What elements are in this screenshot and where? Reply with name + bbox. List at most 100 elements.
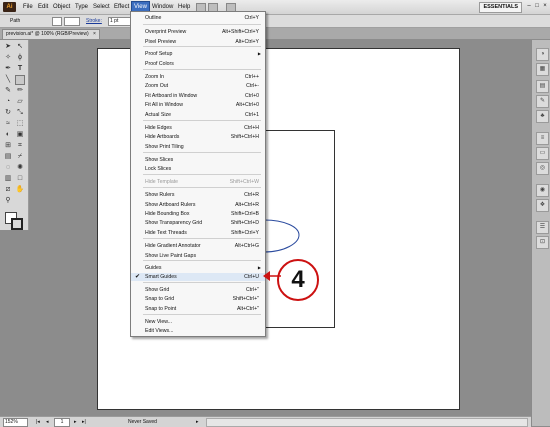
menu-select[interactable]: Select bbox=[91, 2, 112, 12]
view-menu-item-snap-to-point[interactable]: Snap to Point Alt+Ctrl+" bbox=[131, 305, 265, 313]
color-guide-icon[interactable]: ▦ bbox=[536, 63, 549, 76]
live-paint-tool-icon[interactable]: ▣ bbox=[15, 130, 25, 140]
color-panel-icon[interactable]: ◑ bbox=[536, 48, 549, 61]
view-menu-item-hide-gradient-annotator[interactable]: Hide Gradient Annotator Alt+Ctrl+G bbox=[131, 242, 265, 250]
zoom-tool-icon[interactable]: ⚲ bbox=[3, 196, 13, 206]
view-menu-item-proof-colors[interactable]: Proof Colors bbox=[131, 60, 265, 68]
view-menu-item-edit-views[interactable]: Edit Views... bbox=[131, 327, 265, 335]
view-menu-item-show-print-tiling[interactable]: Show Print Tiling bbox=[131, 143, 265, 151]
view-menu-item-new-view[interactable]: New View... bbox=[131, 318, 265, 326]
fill-swatch[interactable] bbox=[52, 17, 62, 26]
hand-tool-icon[interactable]: ✋ bbox=[15, 185, 25, 195]
view-menu-item-show-slices[interactable]: Show Slices bbox=[131, 156, 265, 164]
first-artboard-icon[interactable]: |◂ bbox=[36, 418, 40, 426]
view-menu-item-pixel-preview[interactable]: Pixel Preview Alt+Ctrl+Y bbox=[131, 38, 265, 46]
menu-edit[interactable]: Edit bbox=[36, 2, 50, 12]
menu-item-label: Hide Text Threads bbox=[145, 230, 187, 236]
view-menu-item-hide-edges[interactable]: Hide Edges Ctrl+H bbox=[131, 124, 265, 132]
paintbrush-tool-icon[interactable]: ✎ bbox=[3, 86, 13, 96]
blob-brush-tool-icon[interactable]: ◔ bbox=[3, 97, 13, 107]
close-window-icon[interactable]: × bbox=[542, 2, 548, 10]
eyedropper-tool-icon[interactable]: ⌿ bbox=[15, 152, 25, 162]
view-menu-item-outline[interactable]: Outline Ctrl+Y bbox=[131, 14, 265, 22]
view-menu-item-hide-bounding-box[interactable]: Hide Bounding Box Shift+Ctrl+B bbox=[131, 210, 265, 218]
magic-wand-tool-icon[interactable]: ✧ bbox=[3, 53, 13, 63]
lasso-tool-icon[interactable]: ϕ bbox=[15, 53, 25, 63]
type-tool-icon[interactable]: T bbox=[15, 64, 25, 74]
menu-item-label: Pixel Preview bbox=[145, 39, 177, 45]
stroke-label[interactable]: Stroke: bbox=[86, 17, 102, 25]
mesh-tool-icon[interactable]: ⌗ bbox=[15, 141, 25, 151]
view-menu-item-fit-artboard-in-window[interactable]: Fit Artboard in Window Ctrl+0 bbox=[131, 92, 265, 100]
pen-tool-icon[interactable]: ✒ bbox=[3, 64, 13, 74]
view-menu-item-show-transparency-grid[interactable]: Show Transparency Grid Shift+Ctrl+D bbox=[131, 219, 265, 227]
view-menu-item-show-rulers[interactable]: Show Rulers Ctrl+R bbox=[131, 191, 265, 199]
artboards-panel-icon[interactable]: ⊡ bbox=[536, 236, 549, 249]
stroke-weight-field[interactable]: 1 pt bbox=[108, 17, 131, 26]
status-menu-icon[interactable]: ▸ bbox=[196, 418, 199, 426]
close-tab-icon[interactable]: × bbox=[93, 31, 96, 37]
view-menu-item-smart-guides[interactable]: ✔ Smart Guides Ctrl+U bbox=[131, 273, 265, 281]
stroke-panel-icon[interactable]: ≡ bbox=[536, 132, 549, 145]
menu-separator bbox=[143, 120, 261, 121]
view-menu-item-hide-text-threads[interactable]: Hide Text Threads Shift+Ctrl+Y bbox=[131, 229, 265, 237]
next-artboard-icon[interactable]: ▸ bbox=[74, 418, 77, 426]
slice-tool-icon[interactable]: ⧄ bbox=[3, 185, 13, 195]
view-menu-item-show-live-paint-gaps[interactable]: Show Live Paint Gaps bbox=[131, 252, 265, 260]
gradient-tool-icon[interactable]: ▤ bbox=[3, 152, 13, 162]
menu-item-label: Fit Artboard in Window bbox=[145, 93, 198, 99]
maximize-icon[interactable]: □ bbox=[534, 2, 540, 10]
scale-tool-icon[interactable]: ⤡ bbox=[15, 108, 25, 118]
graph-tool-icon[interactable]: ▥ bbox=[3, 174, 13, 184]
stroke-swatch[interactable] bbox=[64, 17, 80, 26]
layers-panel-icon[interactable]: ☰ bbox=[536, 221, 549, 234]
stroke-color-box[interactable] bbox=[11, 218, 23, 230]
workspace-switcher[interactable]: ESSENTIALS bbox=[479, 2, 522, 13]
view-menu-item-proof-setup[interactable]: Proof Setup ▶ bbox=[131, 50, 265, 58]
menu-item-label: Lock Slices bbox=[145, 166, 172, 172]
view-menu-item-zoom-in[interactable]: Zoom In Ctrl++ bbox=[131, 73, 265, 81]
eraser-tool-icon[interactable]: ▱ bbox=[15, 97, 25, 107]
width-tool-icon[interactable]: ≈ bbox=[3, 119, 13, 129]
menu-item-label: Hide Bounding Box bbox=[145, 211, 190, 217]
view-menu-item-fit-all-in-window[interactable]: Fit All in Window Alt+Ctrl+0 bbox=[131, 101, 265, 109]
view-menu-item-overprint-preview[interactable]: Overprint Preview Alt+Shift+Ctrl+Y bbox=[131, 28, 265, 36]
rectangle-tool-icon[interactable] bbox=[15, 75, 25, 85]
line-tool-icon[interactable]: ╲ bbox=[3, 75, 13, 85]
brushes-panel-icon[interactable]: ✎ bbox=[536, 95, 549, 108]
perspective-grid-tool-icon[interactable]: ⊞ bbox=[3, 141, 13, 151]
free-transform-tool-icon[interactable]: ⬚ bbox=[15, 119, 25, 129]
menu-separator bbox=[143, 69, 261, 70]
blend-tool-icon[interactable]: ◌ bbox=[3, 163, 13, 173]
view-menu-item-lock-slices[interactable]: Lock Slices bbox=[131, 165, 265, 173]
transparency-panel-icon[interactable]: ◎ bbox=[536, 162, 549, 175]
menu-effect[interactable]: Effect bbox=[112, 2, 131, 12]
rotate-tool-icon[interactable]: ↻ bbox=[3, 108, 13, 118]
view-menu-item-show-grid[interactable]: Show Grid Ctrl+" bbox=[131, 286, 265, 294]
gradient-panel-icon[interactable]: ▭ bbox=[536, 147, 549, 160]
pencil-tool-icon[interactable]: ✏ bbox=[15, 86, 25, 96]
last-artboard-icon[interactable]: ▸| bbox=[82, 418, 86, 426]
view-menu-item-snap-to-grid[interactable]: Snap to Grid Shift+Ctrl+" bbox=[131, 295, 265, 303]
symbols-panel-icon[interactable]: ♣ bbox=[536, 110, 549, 123]
direct-selection-tool-icon[interactable]: ↖ bbox=[15, 42, 25, 52]
previous-artboard-icon[interactable]: ◂ bbox=[46, 418, 49, 426]
symbol-sprayer-tool-icon[interactable]: ✺ bbox=[15, 163, 25, 173]
menu-object[interactable]: Object bbox=[51, 2, 72, 12]
view-menu-item-guides[interactable]: Guides ▶ bbox=[131, 264, 265, 272]
view-menu-item-hide-artboards[interactable]: Hide Artboards Shift+Ctrl+H bbox=[131, 133, 265, 141]
artboard-tool-icon[interactable]: □ bbox=[15, 174, 25, 184]
minimize-icon[interactable]: – bbox=[526, 2, 532, 10]
menu-item-label: Snap to Grid bbox=[145, 296, 175, 302]
selection-tool-icon[interactable]: ➤ bbox=[3, 42, 13, 52]
swatches-panel-icon[interactable]: ▤ bbox=[536, 80, 549, 93]
document-tab[interactable]: prevision.ai* @ 100% (RGB/Preview) × bbox=[2, 29, 100, 39]
graphic-styles-panel-icon[interactable]: ❖ bbox=[536, 199, 549, 212]
view-menu-item-actual-size[interactable]: Actual Size Ctrl+1 bbox=[131, 111, 265, 119]
menu-type[interactable]: Type bbox=[73, 2, 90, 12]
shape-builder-tool-icon[interactable]: ◐ bbox=[3, 130, 13, 140]
view-menu-item-zoom-out[interactable]: Zoom Out Ctrl+- bbox=[131, 82, 265, 90]
menu-file[interactable]: File bbox=[21, 2, 35, 12]
appearance-panel-icon[interactable]: ◉ bbox=[536, 184, 549, 197]
view-menu-item-show-artboard-rulers[interactable]: Show Artboard Rulers Alt+Ctrl+R bbox=[131, 201, 265, 209]
